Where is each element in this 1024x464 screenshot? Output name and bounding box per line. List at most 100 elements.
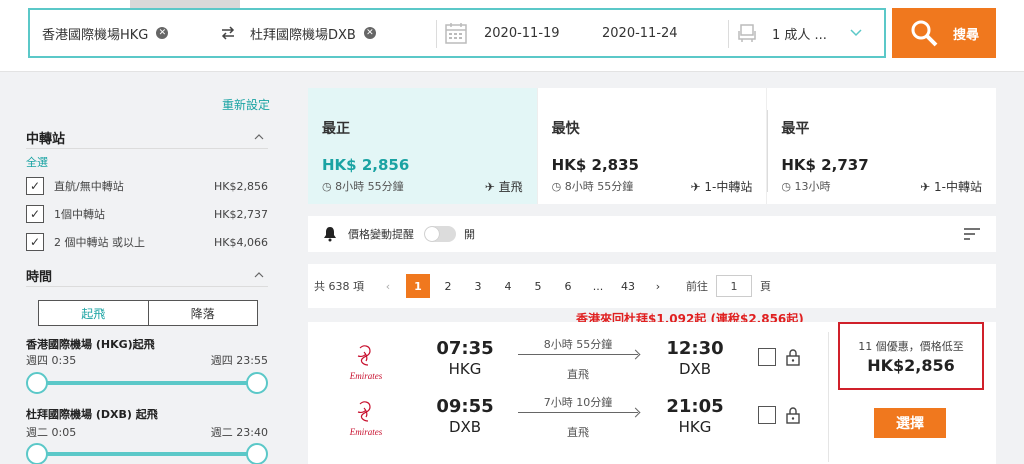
tab-fastest[interactable]: 最快 HK$ 2,835 ◷ 8小時 55分鐘 ✈ 1-中轉站 (538, 88, 768, 204)
arrival-code: DXB (678, 360, 712, 378)
tab-price: HK$ 2,856 (322, 156, 410, 174)
tab-best[interactable]: 最正 HK$ 2,856 ◷ 8小時 55分鐘 ✈ 直飛 (308, 88, 538, 204)
clock-icon: ◷ (322, 180, 332, 193)
clock-icon: ◷ (781, 180, 791, 193)
plane-icon: ✈ (920, 180, 931, 194)
origin-text: 香港國際機場HKG (42, 27, 149, 43)
time-title: 時間 (26, 270, 53, 285)
return-slider-values: 週二 0:05 週二 23:40 (26, 424, 268, 440)
divider (26, 286, 268, 287)
prev-page-icon[interactable]: ‹ (376, 274, 400, 298)
arrival-code: HKG (678, 418, 712, 436)
swap-icon[interactable] (220, 10, 250, 56)
checkbox[interactable]: ✓ (26, 177, 44, 195)
search-button[interactable]: 搜尋 (892, 8, 996, 58)
sort-icon[interactable] (964, 228, 980, 240)
outbound-slider-label: 香港國際機場 (HKG)起飛 (26, 338, 155, 351)
page-3[interactable]: 3 (466, 274, 490, 298)
arrival-time: 21:05 (666, 396, 724, 417)
return-date-field[interactable]: 2020-11-24 (602, 10, 702, 56)
stop-filter-price: HK$4,066 (214, 235, 268, 249)
checkbox[interactable]: ✓ (26, 233, 44, 251)
return-slider-label: 杜拜國際機場 (DXB) 起飛 (26, 408, 158, 421)
search-button-label: 搜尋 (952, 27, 979, 43)
seat-icon (736, 10, 766, 56)
stops-title: 中轉站 (26, 132, 66, 147)
divider (26, 148, 268, 149)
toggle-arrive[interactable]: 降落 (149, 301, 258, 325)
select-leg-checkbox[interactable] (758, 406, 776, 424)
stop-filter-one[interactable]: ✓ 1個中轉站 HK$2,737 (26, 204, 268, 224)
clear-origin-icon[interactable]: ✕ (156, 27, 169, 39)
toggle-depart[interactable]: 起飛 (39, 301, 149, 325)
stop-filter-label: 2 個中轉站 或以上 (54, 236, 145, 249)
origin-field[interactable]: 香港國際機場HKG ✕ (42, 10, 202, 56)
outbound-slider-values: 週四 0:35 週四 23:55 (26, 352, 268, 368)
page-43[interactable]: 43 (616, 274, 640, 298)
slider-min: 週四 0:35 (26, 354, 77, 367)
select-all-link[interactable]: 全選 (26, 154, 48, 170)
select-button[interactable]: 選擇 (874, 408, 946, 438)
lock-icon[interactable] (786, 348, 800, 366)
pagination: 共 638 項 ‹ 1 2 3 4 5 6 ... 43 › 前往 1 頁 (308, 264, 996, 308)
goto-page-input[interactable]: 1 (716, 275, 752, 297)
tab-duration: 8小時 55分鐘 (335, 180, 404, 193)
depart-date-field[interactable]: 2020-11-19 (484, 10, 584, 56)
page-5[interactable]: 5 (526, 274, 550, 298)
goto-suffix: 頁 (760, 280, 771, 293)
page-4[interactable]: 4 (496, 274, 520, 298)
stop-filter-direct[interactable]: ✓ 直航/無中轉站 HK$2,856 (26, 176, 268, 196)
page-2[interactable]: 2 (436, 274, 460, 298)
plane-icon: ✈ (484, 180, 495, 194)
return-slider-max-handle[interactable] (246, 443, 268, 464)
sort-summary: 最正 HK$ 2,856 ◷ 8小時 55分鐘 ✈ 直飛 最快 HK$ 2,83… (308, 88, 996, 204)
chevron-up-icon[interactable] (254, 132, 264, 142)
emirates-logo-icon: Emirates (349, 401, 383, 437)
stop-filter-two-plus[interactable]: ✓ 2 個中轉站 或以上 HK$4,066 (26, 232, 268, 252)
tab-stops: 1-中轉站 (934, 180, 983, 194)
tab-title: 最平 (781, 121, 810, 137)
deal-box: 11 個優惠，價格低至 HK$2,856 (838, 322, 984, 390)
reset-link[interactable]: 重新設定 (222, 96, 270, 113)
divider (436, 20, 437, 48)
page-6[interactable]: 6 (556, 274, 580, 298)
clear-destination-icon[interactable]: ✕ (363, 27, 376, 39)
search-box: 香港國際機場HKG ✕ 杜拜國際機場DXB ✕ 2020-11-19 2020-… (28, 8, 886, 58)
page-1[interactable]: 1 (406, 274, 430, 298)
tab-cheapest[interactable]: 最平 HK$ 2,737 ◷ 13小時 ✈ 1-中轉站 (767, 88, 996, 204)
search-header: 香港國際機場HKG ✕ 杜拜國際機場DXB ✕ 2020-11-19 2020-… (0, 0, 1024, 72)
lock-icon[interactable] (786, 406, 800, 424)
deal-price: HK$2,856 (867, 356, 955, 375)
tab-strip (130, 0, 240, 8)
outbound-slider-min-handle[interactable] (26, 372, 48, 394)
tab-meta: ◷ 8小時 55分鐘 ✈ 1-中轉站 (552, 178, 753, 195)
tab-duration: 8小時 55分鐘 (564, 180, 634, 193)
arrow-right-icon (518, 354, 638, 355)
tab-stops: 1-中轉站 (704, 180, 753, 194)
next-page-icon[interactable]: › (646, 274, 670, 298)
price-alert-toggle[interactable] (424, 226, 456, 242)
select-leg-checkbox[interactable] (758, 348, 776, 366)
tab-title: 最快 (551, 121, 580, 137)
checkbox[interactable]: ✓ (26, 205, 44, 223)
chevron-up-icon[interactable] (254, 270, 264, 280)
return-slider-track[interactable] (36, 452, 256, 456)
outbound-slider-max-handle[interactable] (246, 372, 268, 394)
destination-field[interactable]: 杜拜國際機場DXB ✕ (250, 10, 430, 56)
tab-title: 最正 (322, 121, 350, 137)
chevron-down-icon[interactable] (850, 10, 870, 56)
departure-code: HKG (448, 360, 482, 378)
slider-max: 週二 23:40 (210, 426, 268, 439)
slider-max: 週四 23:55 (210, 354, 268, 367)
stop-filter-label: 直航/無中轉站 (54, 180, 124, 193)
departure-time: 07:35 (436, 338, 494, 359)
clock-icon: ◷ (551, 180, 562, 193)
result-count: 共 638 項 (314, 280, 364, 293)
arrow-right-icon (518, 412, 638, 413)
calendar-icon[interactable] (444, 10, 474, 56)
return-slider-min-handle[interactable] (26, 443, 48, 464)
stop-filter-price: HK$2,856 (214, 179, 268, 193)
outbound-slider-track[interactable] (36, 381, 256, 385)
tab-meta: ◷ 13小時 ✈ 1-中轉站 (781, 178, 982, 195)
stop-filter-label: 1個中轉站 (54, 208, 105, 221)
